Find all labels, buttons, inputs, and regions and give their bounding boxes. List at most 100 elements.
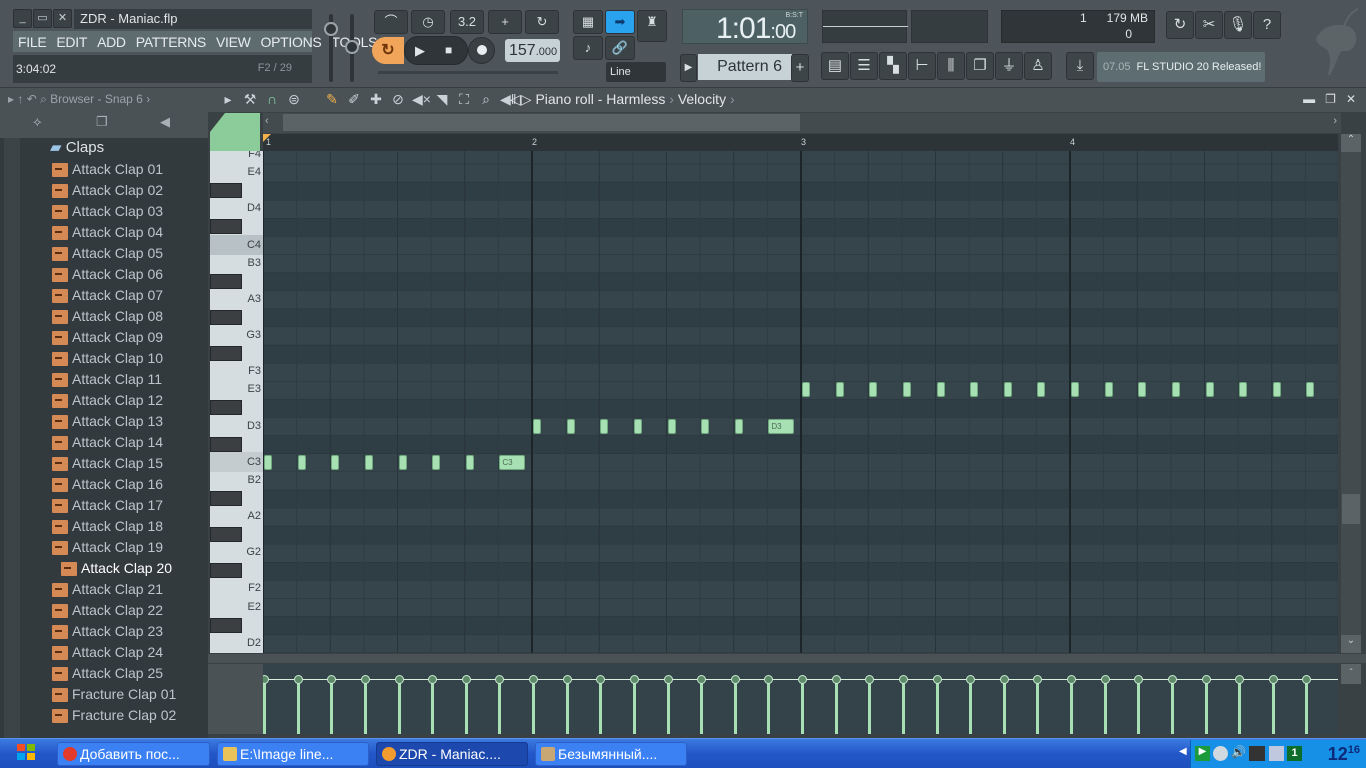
plugin-picker-icon[interactable]: ♙ xyxy=(1024,52,1052,80)
velocity-stem[interactable] xyxy=(263,679,266,734)
note[interactable] xyxy=(970,382,979,398)
taskbar-item-fl-studio[interactable]: ZDR - Maniac.... xyxy=(376,742,528,766)
browser-item[interactable]: Attack Clap 05 xyxy=(52,243,163,264)
note[interactable] xyxy=(398,454,407,470)
browser-item[interactable]: Attack Clap 15 xyxy=(52,453,163,474)
paint-add-icon[interactable]: ✚ xyxy=(368,91,384,108)
velocity-stem[interactable] xyxy=(1036,679,1040,734)
velocity-handle[interactable] xyxy=(663,675,673,684)
note[interactable] xyxy=(633,418,642,434)
velocity-stem[interactable] xyxy=(632,679,636,734)
menu-add[interactable]: ADD xyxy=(92,34,131,50)
menu-file[interactable]: FILE xyxy=(13,34,51,50)
black-key[interactable] xyxy=(210,183,242,199)
taskbar-item-browser[interactable]: Добавить пос... xyxy=(57,742,210,766)
velocity-handle[interactable] xyxy=(293,675,303,684)
browser-waveform-icon[interactable]: ⟡ xyxy=(33,114,42,130)
note[interactable]: D3 xyxy=(768,418,795,434)
velocity-handle[interactable] xyxy=(966,675,976,684)
black-key[interactable] xyxy=(210,563,242,579)
velocity-handle[interactable] xyxy=(697,675,707,684)
velocity-stem[interactable] xyxy=(700,679,704,734)
tray-disc-icon[interactable] xyxy=(1213,746,1228,761)
velocity-stem[interactable] xyxy=(935,679,939,734)
event-editor-menu-button[interactable]: - xyxy=(1341,664,1361,684)
vertical-scroll-thumb[interactable] xyxy=(1342,494,1360,524)
delete-icon[interactable]: ⊘ xyxy=(390,91,406,108)
menu-options[interactable]: OPTIONS xyxy=(256,34,327,50)
close-button[interactable]: ✕ xyxy=(53,9,72,28)
note[interactable] xyxy=(667,418,676,434)
velocity-handle[interactable] xyxy=(898,675,908,684)
velocity-handle[interactable] xyxy=(865,675,875,684)
black-key[interactable] xyxy=(210,346,242,362)
browser-item[interactable]: Attack Clap 25 xyxy=(52,663,163,684)
master-volume-knob[interactable] xyxy=(324,22,338,36)
pr-minimize-icon[interactable]: ▬ xyxy=(1303,92,1315,106)
note[interactable] xyxy=(1239,382,1248,398)
velocity-handle[interactable] xyxy=(629,675,639,684)
velocity-stem[interactable] xyxy=(834,679,838,734)
tray-download-icon[interactable] xyxy=(1269,746,1284,761)
browser-item[interactable]: Attack Clap 13 xyxy=(52,411,163,432)
note[interactable] xyxy=(734,418,743,434)
browser-item[interactable]: Attack Clap 11 xyxy=(52,369,162,390)
black-key[interactable] xyxy=(210,527,242,543)
master-pitch-knob[interactable] xyxy=(345,40,359,54)
zoom-icon[interactable]: ⌕ xyxy=(478,91,494,108)
velocity-handle[interactable] xyxy=(764,675,774,684)
note[interactable] xyxy=(1138,382,1147,398)
browser-item[interactable]: Attack Clap 12 xyxy=(52,390,163,411)
note[interactable] xyxy=(1037,382,1046,398)
browser-item[interactable]: Attack Clap 10 xyxy=(52,348,163,369)
multilink-button[interactable]: ♜ xyxy=(637,10,667,42)
browser-item[interactable]: Attack Clap 24 xyxy=(52,642,163,663)
note[interactable] xyxy=(902,382,911,398)
pencil-icon[interactable]: ✎ xyxy=(324,91,340,108)
play-button[interactable]: ▶ xyxy=(415,43,425,59)
note[interactable] xyxy=(533,418,541,434)
black-key[interactable] xyxy=(210,273,242,289)
wait-for-input-button[interactable]: ◷ xyxy=(411,10,445,34)
taskbar-item-paint[interactable]: Безымянный.... xyxy=(535,742,687,766)
vertical-scrollbar[interactable]: ⌃ ⌄ xyxy=(1341,134,1361,653)
clock[interactable]: 1216 xyxy=(1328,744,1360,765)
velocity-stem[interactable] xyxy=(901,679,905,734)
slice-icon[interactable]: ◥ xyxy=(434,91,450,108)
scroll-down-icon[interactable]: ⌄ xyxy=(1341,635,1361,653)
help-icon[interactable]: ? xyxy=(1253,11,1281,39)
note[interactable] xyxy=(1071,382,1079,398)
note[interactable] xyxy=(600,418,609,434)
velocity-editor[interactable] xyxy=(263,664,1338,734)
event-editor-divider[interactable] xyxy=(208,654,1366,663)
velocity-handle[interactable] xyxy=(1302,675,1312,684)
velocity-stem[interactable] xyxy=(666,679,670,734)
note[interactable] xyxy=(1205,382,1214,398)
countdown-button[interactable]: 3.2 xyxy=(450,10,484,34)
pattern-prev-button[interactable]: ▶ xyxy=(680,54,697,82)
piano-roll-icon[interactable]: ▚ xyxy=(879,52,907,80)
velocity-handle[interactable] xyxy=(1134,675,1144,684)
project-files-icon[interactable]: ❐ xyxy=(966,52,994,80)
velocity-handle[interactable] xyxy=(1100,675,1110,684)
scroll-right-icon[interactable]: › xyxy=(1333,115,1337,127)
note[interactable] xyxy=(566,418,575,434)
velocity-stem[interactable] xyxy=(330,679,334,734)
note[interactable] xyxy=(264,454,272,470)
pr-restore-icon[interactable]: ❐ xyxy=(1325,92,1336,106)
tray-app-icon[interactable]: ▶ xyxy=(1195,746,1210,761)
song-position-slider[interactable] xyxy=(378,71,558,74)
browser-item[interactable]: Attack Clap 04 xyxy=(52,222,163,243)
note[interactable] xyxy=(701,418,710,434)
wrench-icon[interactable]: ⚒ xyxy=(242,91,258,108)
browser-item[interactable]: Attack Clap 19 xyxy=(52,537,163,558)
velocity-stem[interactable] xyxy=(1137,679,1141,734)
taskbar-item-folder[interactable]: E:\Image line... xyxy=(217,742,369,766)
scroll-left-icon[interactable]: ‹ xyxy=(265,115,269,127)
velocity-stem[interactable] xyxy=(1170,679,1174,734)
paint-icon[interactable]: ✐ xyxy=(346,91,362,108)
velocity-stem[interactable] xyxy=(969,679,973,734)
note[interactable] xyxy=(297,454,306,470)
velocity-stem[interactable] xyxy=(1305,679,1309,734)
select-icon[interactable]: ⛶ xyxy=(456,91,472,108)
